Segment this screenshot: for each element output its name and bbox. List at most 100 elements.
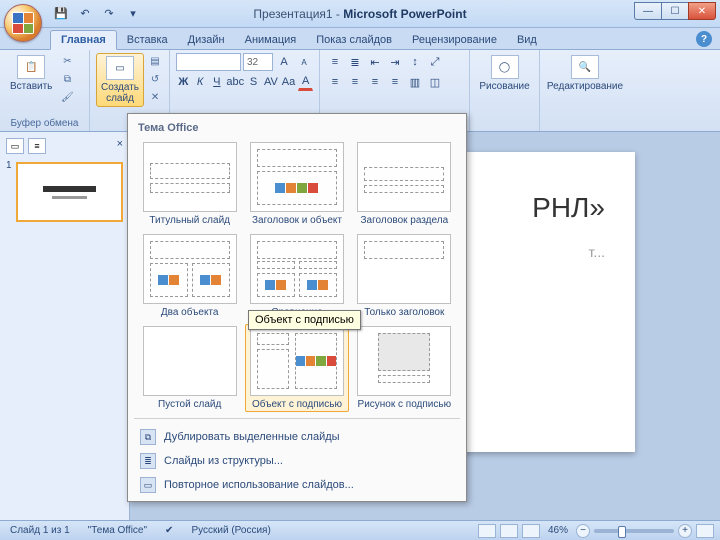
minimize-button[interactable]: — xyxy=(634,2,662,20)
new-slide-button[interactable]: ▭ Создать слайд xyxy=(96,53,144,107)
sorter-view-icon[interactable] xyxy=(500,524,518,538)
fit-to-window-icon[interactable] xyxy=(696,524,714,538)
tab-review[interactable]: Рецензирование xyxy=(402,31,507,49)
cut-icon[interactable]: ✂ xyxy=(58,53,76,69)
normal-view-icon[interactable] xyxy=(478,524,496,538)
layout-gallery: Тема Office Титульный слайд Заголовок и … xyxy=(127,113,467,502)
numbering-icon[interactable]: ≣ xyxy=(346,53,364,71)
shadow-icon[interactable]: S xyxy=(246,73,261,91)
window-title: Презентация1 - Microsoft PowerPoint xyxy=(253,7,466,21)
paste-label: Вставить xyxy=(10,81,52,92)
char-spacing-icon[interactable]: AV xyxy=(263,73,279,91)
drawing-label: Рисование xyxy=(479,81,529,92)
layout-title-slide[interactable]: Титульный слайд xyxy=(138,140,241,228)
layout-content-caption[interactable]: Объект с подписью xyxy=(245,324,348,412)
bold-icon[interactable]: Ж xyxy=(176,73,191,91)
zoom-percent[interactable]: 46% xyxy=(544,525,572,536)
font-color-icon[interactable]: A xyxy=(298,73,313,91)
outline-tab-icon[interactable]: ≡ xyxy=(28,138,46,154)
duplicate-icon: ⧉ xyxy=(140,429,156,445)
copy-icon[interactable]: ⧉ xyxy=(58,71,76,87)
slideshow-view-icon[interactable] xyxy=(522,524,540,538)
strikethrough-icon[interactable]: abc xyxy=(226,73,244,91)
save-icon[interactable]: 💾 xyxy=(50,4,72,24)
font-family-combo[interactable] xyxy=(176,53,241,71)
font-size-value: 32 xyxy=(247,57,258,68)
outline-icon: ≣ xyxy=(140,453,156,469)
layout-title-content[interactable]: Заголовок и объект xyxy=(245,140,348,228)
increase-indent-icon[interactable]: ⇥ xyxy=(386,53,404,71)
menu-label: Повторное использование слайдов... xyxy=(164,479,354,491)
editing-button[interactable]: 🔍 Редактирование xyxy=(546,53,624,94)
line-spacing-icon[interactable]: ↕ xyxy=(406,53,424,71)
layout-label: Рисунок с подписью xyxy=(358,399,452,410)
clipboard-group-label: Буфер обмена xyxy=(6,118,83,130)
layout-title-only[interactable]: Только заголовок xyxy=(353,232,456,320)
quick-access-toolbar: 💾 ↶ ↷ ▾ xyxy=(50,4,144,24)
font-size-combo[interactable]: 32 xyxy=(243,53,273,71)
zoom-out-icon[interactable]: − xyxy=(576,524,590,538)
close-button[interactable]: ✕ xyxy=(688,2,716,20)
menu-label: Слайды из структуры... xyxy=(164,455,283,467)
delete-slide-icon[interactable]: ✕ xyxy=(146,89,164,105)
layout-two-content[interactable]: Два объекта xyxy=(138,232,241,320)
status-slide-count: Слайд 1 из 1 xyxy=(6,525,74,536)
tab-insert[interactable]: Вставка xyxy=(117,31,178,49)
layout-picture-caption[interactable]: Рисунок с подписью xyxy=(353,324,456,412)
clipboard-icon: 📋 xyxy=(17,55,45,79)
reuse-icon: ▭ xyxy=(140,477,156,493)
gallery-header: Тема Office xyxy=(132,118,462,140)
layout-icon[interactable]: ▤ xyxy=(146,53,164,69)
editing-label: Редактирование xyxy=(547,81,623,92)
italic-icon[interactable]: К xyxy=(193,73,208,91)
layout-blank[interactable]: Пустой слайд xyxy=(138,324,241,412)
text-direction-icon[interactable]: ⤢ xyxy=(426,53,444,71)
spellcheck-icon[interactable]: ✔ xyxy=(161,525,177,536)
underline-icon[interactable]: Ч xyxy=(209,73,224,91)
reset-icon[interactable]: ↺ xyxy=(146,71,164,87)
paste-button[interactable]: 📋 Вставить xyxy=(6,53,56,105)
menu-duplicate-slides[interactable]: ⧉Дублировать выделенные слайды xyxy=(132,425,462,449)
grow-font-icon[interactable]: A xyxy=(275,53,293,71)
decrease-indent-icon[interactable]: ⇤ xyxy=(366,53,384,71)
tab-design[interactable]: Дизайн xyxy=(178,31,235,49)
layout-label: Объект с подписью xyxy=(252,399,342,410)
align-center-icon[interactable]: ≡ xyxy=(346,73,364,91)
menu-reuse-slides[interactable]: ▭ Повторное использование слайдов... xyxy=(132,473,462,497)
tab-view[interactable]: Вид xyxy=(507,31,547,49)
zoom-in-icon[interactable]: + xyxy=(678,524,692,538)
tab-home[interactable]: Главная xyxy=(50,30,117,50)
columns-icon[interactable]: ▥ xyxy=(406,73,424,91)
align-left-icon[interactable]: ≡ xyxy=(326,73,344,91)
close-panel-icon[interactable]: × xyxy=(117,138,123,154)
format-painter-icon[interactable]: 🖌 xyxy=(58,89,76,105)
office-button[interactable] xyxy=(4,4,42,42)
bullets-icon[interactable]: ≡ xyxy=(326,53,344,71)
status-language[interactable]: Русский (Россия) xyxy=(187,525,274,536)
change-case-icon[interactable]: Aa xyxy=(281,73,296,91)
maximize-button[interactable]: ☐ xyxy=(661,2,689,20)
slides-tab-icon[interactable]: ▭ xyxy=(6,138,24,154)
justify-icon[interactable]: ≡ xyxy=(386,73,404,91)
layout-section-header[interactable]: Заголовок раздела xyxy=(353,140,456,228)
qat-customize-icon[interactable]: ▾ xyxy=(122,4,144,24)
undo-icon[interactable]: ↶ xyxy=(74,4,96,24)
tooltip: Объект с подписью xyxy=(248,310,361,330)
layout-label: Два объекта xyxy=(161,307,219,318)
group-editing: 🔍 Редактирование xyxy=(540,50,630,131)
tab-animation[interactable]: Анимация xyxy=(235,31,307,49)
zoom-slider[interactable] xyxy=(594,529,674,533)
menu-slides-from-outline[interactable]: ≣ Слайды из структуры... xyxy=(132,449,462,473)
layout-comparison[interactable]: Сравнение xyxy=(245,232,348,320)
align-right-icon[interactable]: ≡ xyxy=(366,73,384,91)
drawing-button[interactable]: ◯ Рисование xyxy=(476,53,533,94)
help-icon[interactable]: ? xyxy=(696,31,712,47)
tab-slideshow[interactable]: Показ слайдов xyxy=(306,31,402,49)
new-slide-icon: ▭ xyxy=(106,56,134,80)
document-name: Презентация1 xyxy=(253,7,332,21)
shrink-font-icon[interactable]: A xyxy=(295,53,313,71)
slide-thumbnail-1[interactable] xyxy=(16,162,123,222)
convert-smartart-icon[interactable]: ◫ xyxy=(426,73,444,91)
group-drawing: ◯ Рисование xyxy=(470,50,540,131)
redo-icon[interactable]: ↷ xyxy=(98,4,120,24)
